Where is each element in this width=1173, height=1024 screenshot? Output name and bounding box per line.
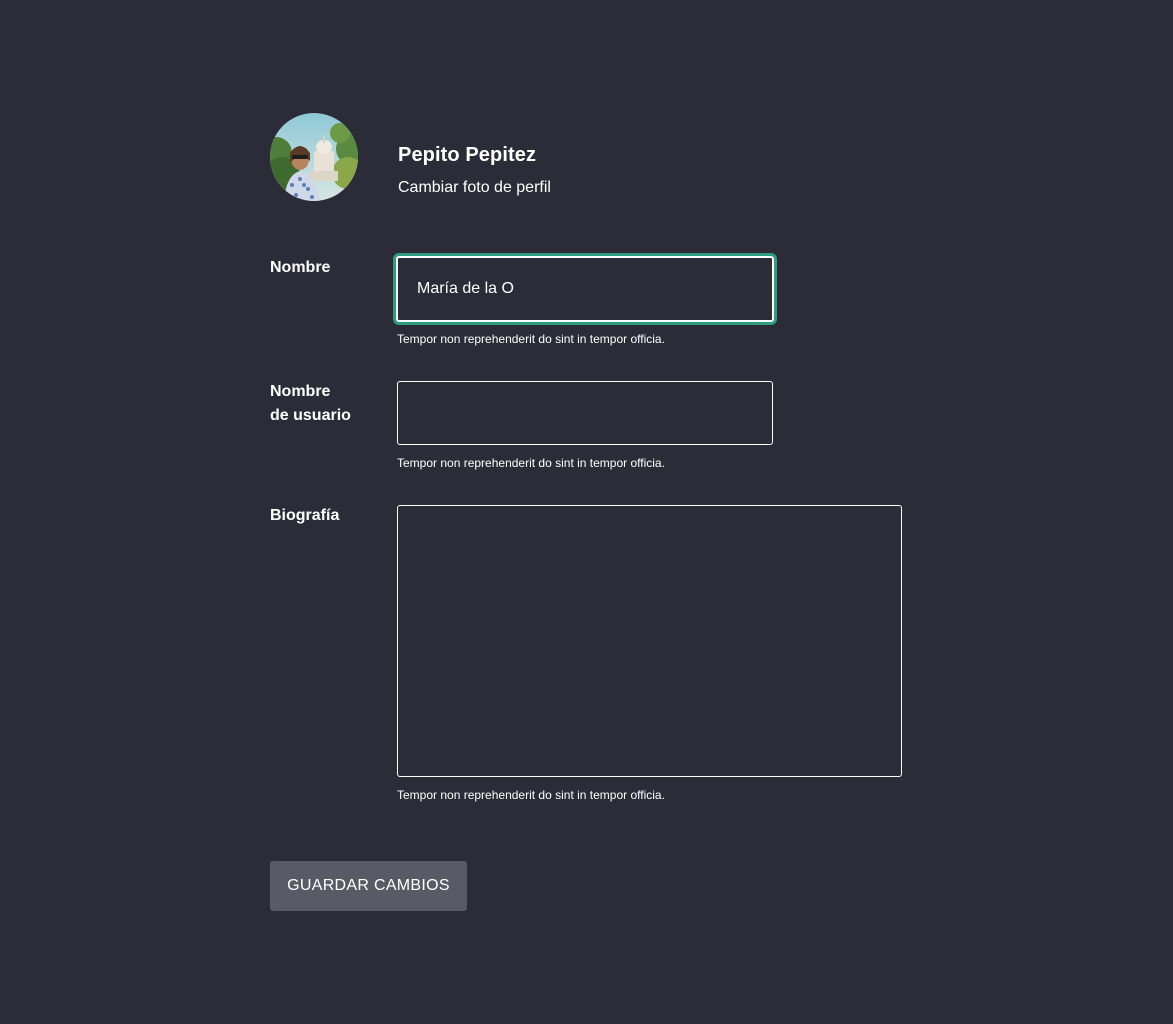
usuario-helper-text: Tempor non reprehenderit do sint in temp… — [397, 456, 665, 470]
usuario-label-line2: de usuario — [270, 407, 351, 424]
usuario-input[interactable] — [397, 381, 773, 445]
biografia-label: Biografía — [270, 507, 340, 524]
nombre-label: Nombre — [270, 259, 331, 276]
nombre-helper-text: Tempor non reprehenderit do sint in temp… — [397, 332, 665, 346]
avatar[interactable] — [270, 113, 358, 201]
change-photo-link[interactable]: Cambiar foto de perfil — [398, 178, 551, 198]
usuario-label-line1: Nombre — [270, 383, 331, 400]
biografia-helper-text: Tempor non reprehenderit do sint in temp… — [397, 788, 665, 802]
biografia-textarea[interactable] — [397, 505, 902, 777]
profile-name: Pepito Pepitez — [398, 144, 537, 166]
usuario-label: Nombre de usuario — [270, 380, 380, 428]
nombre-input[interactable] — [396, 256, 774, 322]
user-avatar-photo-icon — [270, 113, 358, 201]
save-changes-button[interactable]: GUARDAR CAMBIOS — [270, 861, 467, 911]
